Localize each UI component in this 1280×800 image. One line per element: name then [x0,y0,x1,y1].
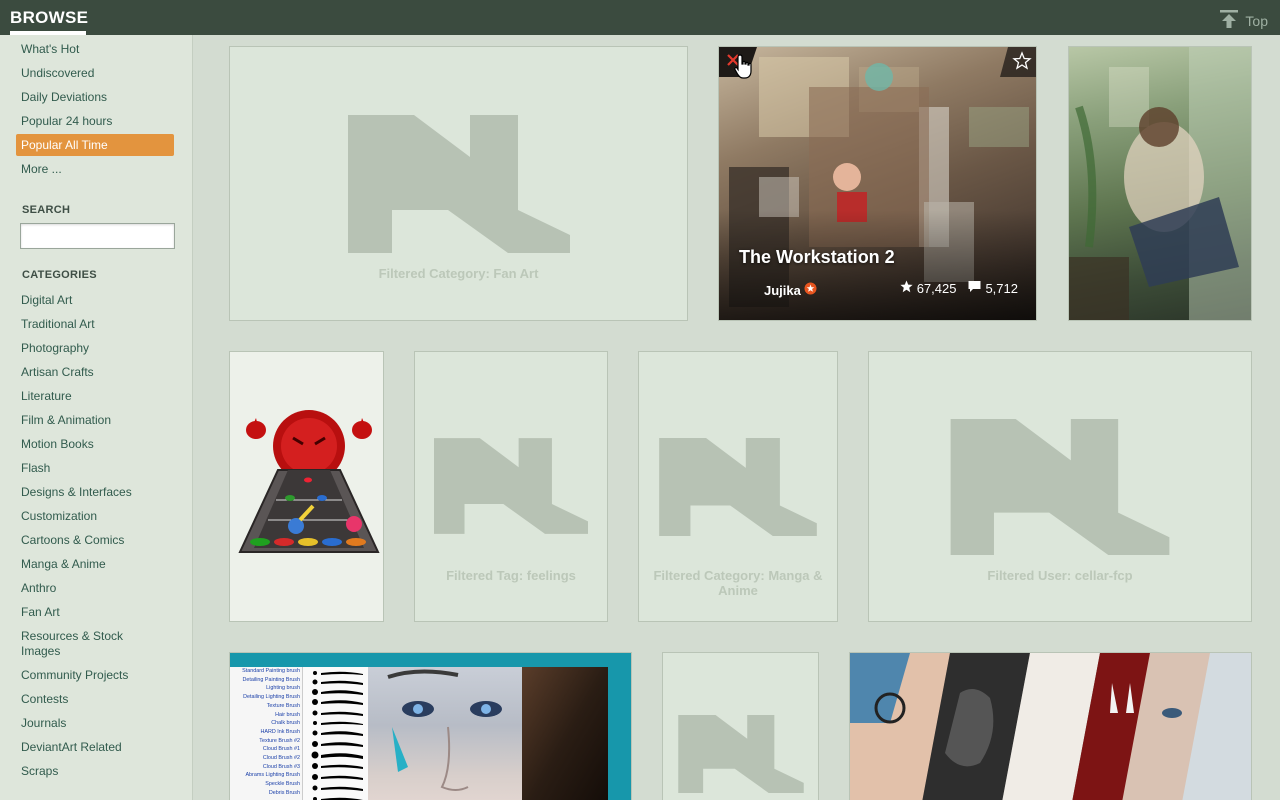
category-motion-books[interactable]: Motion Books [21,437,181,452]
nav-popular-24-hours[interactable]: Popular 24 hours [16,110,174,132]
search-label: SEARCH [22,204,71,216]
favourite-button[interactable] [1000,47,1036,77]
category-traditional-art[interactable]: Traditional Art [21,317,181,332]
filtered-tile-fan-art[interactable]: Filtered Category: Fan Art [229,46,688,321]
brush-name: Detailing Painting Brush [242,676,300,683]
category-customization[interactable]: Customization [21,509,181,524]
artwork-tile-plant-girl[interactable] [1068,46,1252,321]
filter-label: Filtered Category: Fan Art [378,266,539,281]
category-deviantart-related[interactable]: DeviantArt Related [21,740,181,755]
categories-label: CATEGORIES [22,269,97,281]
category-film-animation[interactable]: Film & Animation [21,413,181,428]
arrow-up-icon [1219,9,1239,32]
category-fan-art[interactable]: Fan Art [21,605,181,620]
browse-title[interactable]: BROWSE [10,8,88,28]
brush-name: Lighting brush [266,685,300,692]
filter-label: Filtered User: cellar-fcp [987,568,1133,583]
artwork-tile-guitar-hero[interactable] [229,351,384,622]
category-photography[interactable]: Photography [21,341,181,356]
filtered-tile-tag-feelings[interactable]: Filtered Tag: feelings [414,351,608,622]
brush-name: HARD Ink Brush [260,728,300,735]
brush-name: Detailing Lighting Brush [243,694,300,701]
artwork-tile-brush-set[interactable]: Standard Painting brush Detailing Paintin… [229,652,632,800]
star-icon [900,280,913,296]
brush-name: Cloud Brush #1 [262,746,300,753]
comments-count: 5,712 [985,280,1018,296]
brush-name: Cloud Brush #3 [262,763,300,770]
category-contests[interactable]: Contests [21,692,181,707]
category-digital-art[interactable]: Digital Art [21,293,181,308]
favourites-count: 67,425 [916,280,957,296]
nav-whats-hot[interactable]: What's Hot [16,38,174,60]
comments-stat: 5,712 [968,280,1018,296]
filtered-tile-manga-anime[interactable]: Filtered Category: Manga & Anime [638,351,838,622]
comment-icon [968,280,981,296]
artwork-title[interactable]: The Workstation 2 [739,247,895,268]
category-resources-stock-images[interactable]: Resources & Stock Images [21,629,141,659]
top-button[interactable]: Top [1219,9,1268,32]
brush-name: Chalk brush [271,720,300,727]
category-manga-anime[interactable]: Manga & Anime [21,557,181,572]
author-name: Jujika [764,282,801,298]
filter-label: Filtered Category: Manga & Anime [653,568,823,598]
filtered-placeholder-icon [950,419,1170,555]
face-painting-panel [368,667,522,800]
filter-label: Filtered Tag: feelings [446,568,576,583]
filtered-tile-user-cellar-fcp[interactable]: Filtered User: cellar-fcp [868,351,1252,622]
brush-name: Speckle Brush [265,781,300,788]
artwork-stats: 67,425 5,712 [900,280,1018,296]
hand-cursor-icon [734,54,754,85]
filtered-tile-row3[interactable] [662,652,819,800]
filtered-placeholder-icon [347,115,570,253]
top-label: Top [1245,12,1268,29]
top-bar: BROWSE Top [0,0,1280,35]
category-literature[interactable]: Literature [21,389,181,404]
brush-tile-margin [608,667,631,800]
filtered-placeholder-icon [659,438,817,536]
brush-name: Abrams Lighting Brush [245,772,300,779]
badge-star-icon [804,282,817,298]
nav-undiscovered[interactable]: Undiscovered [16,62,174,84]
brush-name: Texture Brush [266,702,300,709]
nav-more[interactable]: More ... [16,158,174,180]
brush-name-panel: Standard Painting brush Detailing Paintin… [230,667,302,800]
category-cartoons-comics[interactable]: Cartoons & Comics [21,533,181,548]
category-flash[interactable]: Flash [21,461,181,476]
artwork-tile-portraits[interactable] [849,652,1252,800]
nav-popular-all-time[interactable]: Popular All Time [16,134,174,156]
category-scraps[interactable]: Scraps [21,764,181,779]
category-community-projects[interactable]: Community Projects [21,668,181,683]
brush-name: Texture Brush #2 [259,737,300,744]
category-designs-interfaces[interactable]: Designs & Interfaces [21,485,181,500]
artwork-tile-workstation[interactable]: The Workstation 2 Jujika 67,425 5,712 [718,46,1037,321]
search-input[interactable] [20,223,175,249]
brush-name: Standard Painting brush [242,668,300,674]
artwork-illustration [1069,47,1251,320]
category-journals[interactable]: Journals [21,716,181,731]
brush-name: Cloud Brush #2 [262,755,300,762]
portrait-painting-panel [522,667,608,800]
filtered-placeholder-icon [677,715,804,793]
favourites-stat: 67,425 [900,280,957,296]
guitar-hero-illustration [238,410,380,553]
category-anthro[interactable]: Anthro [21,581,181,596]
sidebar: What's Hot Undiscovered Daily Deviations… [0,35,193,800]
brush-preview-panel [302,667,368,800]
brush-name: Hair brush [275,711,300,718]
category-artisan-crafts[interactable]: Artisan Crafts [21,365,181,380]
artwork-author[interactable]: Jujika [764,282,817,298]
filtered-placeholder-icon [434,438,588,534]
portraits-illustration [850,653,1251,800]
nav-daily-deviations[interactable]: Daily Deviations [16,86,174,108]
brush-name: Debris Brush [268,789,300,796]
